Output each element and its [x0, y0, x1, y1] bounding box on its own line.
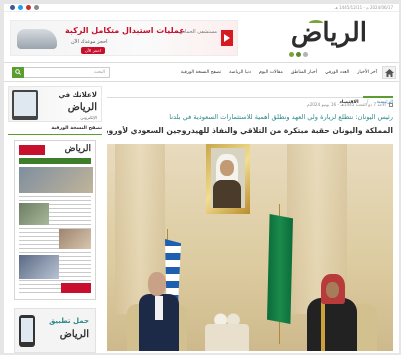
- logo-wing-icon: [309, 20, 323, 26]
- news-page: 2024/06/17 م - 1445/12/11 هـ الرياض مستش…: [4, 4, 399, 353]
- ad-image: [17, 29, 57, 49]
- site-header: الرياض مستشفى الحمادي عمليات استبدال متك…: [4, 14, 399, 60]
- social-links: [10, 5, 39, 10]
- nav-item-sports[interactable]: دنيا الرياضة: [229, 70, 251, 75]
- sidebar: لاعلانك في الرياض الإلكتروني تصفح النسخة…: [8, 86, 102, 353]
- app-download-ad[interactable]: حمل تطبيق الرياض: [14, 308, 96, 353]
- sidebar-ad-line3: الإلكتروني: [80, 115, 97, 120]
- sidebar-ad-line1: لاعلانك في: [58, 91, 97, 99]
- twitter-icon[interactable]: [18, 5, 23, 10]
- newspaper-logo: الرياض: [64, 144, 91, 154]
- logo-text: الرياض: [290, 18, 367, 48]
- home-icon[interactable]: [382, 66, 396, 79]
- saudi-flag: [267, 214, 293, 324]
- sidebar-ad-line2: الرياض: [67, 102, 97, 113]
- main-nav: آخر الأخبار العدد الورقي أخبار المناطق م…: [4, 62, 399, 82]
- youtube-icon[interactable]: [26, 5, 31, 10]
- search-icon: [15, 69, 21, 75]
- search-box: البحث: [12, 67, 110, 78]
- phone-icon: [19, 315, 35, 347]
- article-meta: الاحد 7 ذو القعدة 1445هـ - 16 يونيو 2024…: [307, 102, 393, 107]
- ad-title: عمليات استبدال متكامل الركبة: [65, 26, 185, 35]
- ad-subtitle: احجز موعدك الآن: [71, 39, 108, 45]
- article-main: الرئيسية / الاقتصاد الاحد 7 ذو القعدة 14…: [107, 86, 393, 353]
- facebook-icon[interactable]: [10, 5, 15, 10]
- breadcrumb: الرئيسية / الاقتصاد: [107, 88, 393, 105]
- ad-cta-button[interactable]: احجز الآن: [81, 47, 105, 54]
- nav-item-articles[interactable]: مقالات اليوم: [259, 70, 283, 75]
- nav-item-regions[interactable]: أخبار المناطق: [291, 70, 317, 75]
- nav-items: آخر الأخبار العدد الورقي أخبار المناطق م…: [181, 63, 377, 82]
- top-bar: 2024/06/17 م - 1445/12/11 هـ: [4, 4, 399, 12]
- print-edition-underline: [8, 134, 102, 135]
- nav-item-print-issue[interactable]: العدد الورقي: [325, 70, 349, 75]
- current-date: 2024/06/17 م - 1445/12/11 هـ: [334, 5, 393, 10]
- search-button[interactable]: [12, 67, 24, 78]
- breadcrumb-underline: [363, 96, 393, 98]
- rss-icon[interactable]: [34, 5, 39, 10]
- nav-item-latest[interactable]: آخر الأخبار: [357, 70, 377, 75]
- nav-item-browse-print[interactable]: تصفح النسخة الورقية: [181, 70, 221, 75]
- print-edition-title: تصفح النسخة الورقية: [51, 126, 102, 131]
- laptop-icon: [12, 90, 38, 120]
- article-date: الاحد 7 ذو القعدة 1445هـ - 16 يونيو 2024…: [306, 102, 386, 107]
- article-headline: المملكة واليونان حقبة مبتكرة من التلاقي …: [107, 126, 393, 135]
- sidebar-ad[interactable]: لاعلانك في الرياض الإلكتروني: [8, 86, 102, 122]
- app-ad-line2: الرياض: [59, 329, 89, 340]
- ad-brand-logo-icon: [221, 30, 233, 46]
- site-logo[interactable]: الرياض: [277, 18, 367, 58]
- article-kicker: رئيس اليونان: نتطلع لزيارة ولي العهد ونط…: [169, 113, 393, 121]
- search-input[interactable]: البحث: [94, 70, 105, 75]
- print-edition-thumbnail[interactable]: الرياض: [14, 140, 96, 300]
- calendar-icon: [389, 103, 393, 107]
- top-ad-banner[interactable]: مستشفى الحمادي عمليات استبدال متكامل الر…: [10, 20, 238, 56]
- article-photo[interactable]: [107, 144, 393, 351]
- logo-dots-icon: [289, 52, 308, 57]
- app-ad-line1: حمل تطبيق: [49, 317, 89, 325]
